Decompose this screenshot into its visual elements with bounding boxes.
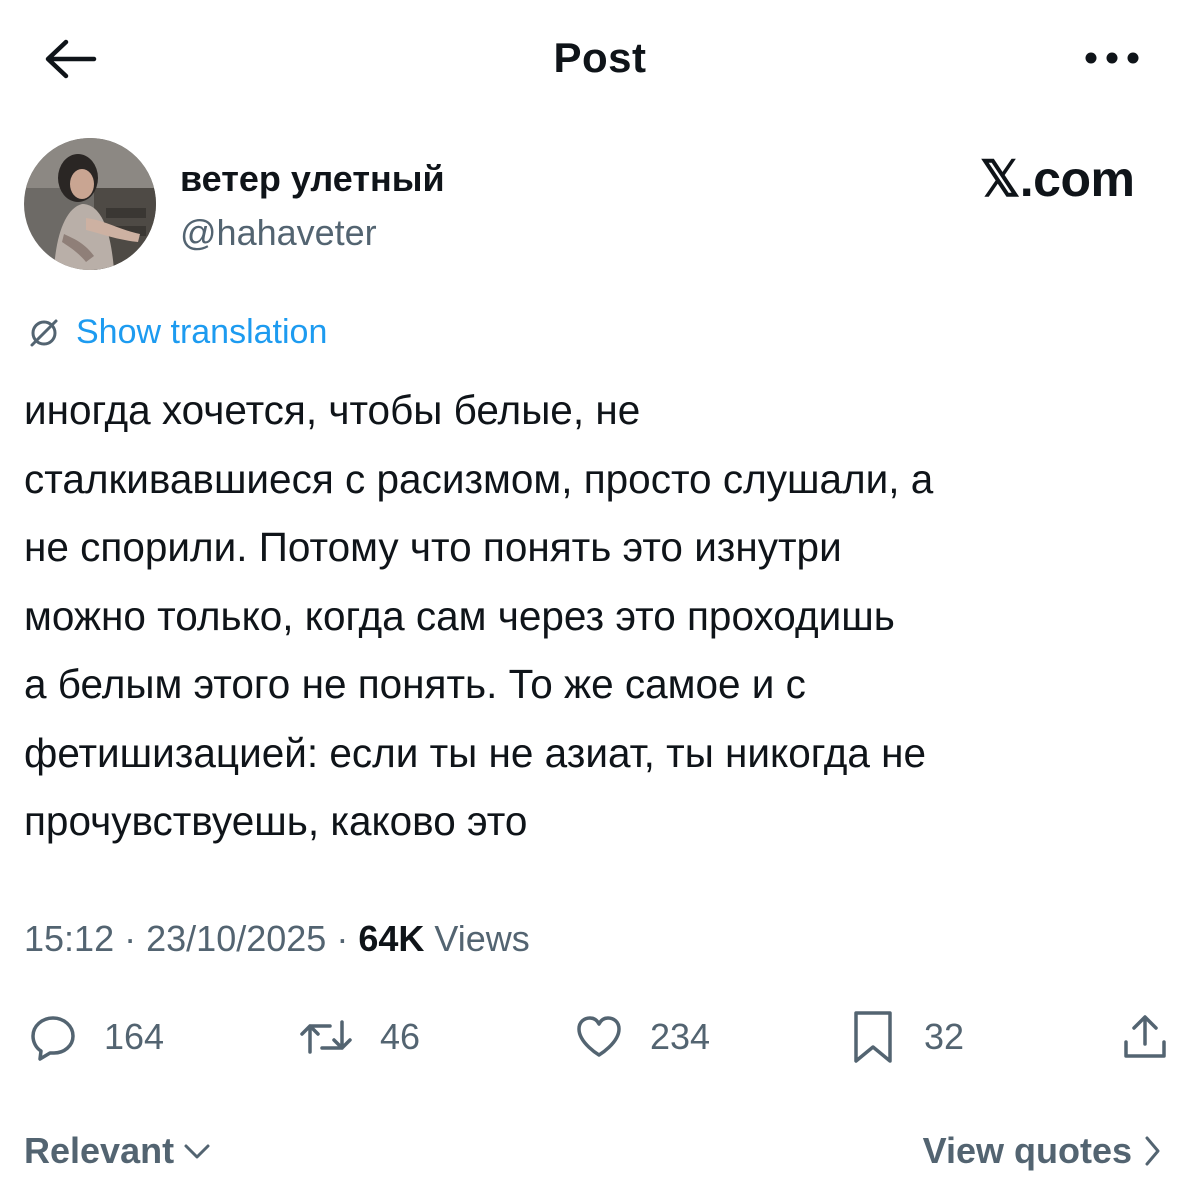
author-display-name[interactable]: ветер улетный [180,158,445,200]
page-title: Post [553,34,647,81]
heart-icon [577,1016,621,1057]
more-icon [1085,52,1139,64]
post-text: иногда хочется, чтобы белые, не сталкива… [24,376,1184,856]
post-time[interactable]: 15:12 [24,918,114,959]
post-text-line: сталкивавшиеся с расизмом, просто слушал… [24,455,934,502]
post-meta: 15:12 · 23/10/2025 · 64K Views [24,918,530,960]
bookmark-count: 32 [924,1016,965,1057]
avatar-photo [24,138,156,270]
author-handle[interactable]: @hahaveter [180,212,377,254]
post-text-line: иногда хочется, чтобы белые, не [24,387,641,433]
reply-count: 164 [104,1016,165,1057]
repost-icon [300,1020,352,1054]
more-options-button[interactable] [1082,48,1142,68]
bookmark-icon [854,1011,892,1063]
chevron-right-icon [1145,1136,1160,1166]
post-text-line: фетишизацией: если ты не азиат, ты никог… [24,729,926,776]
sort-label: Relevant [24,1130,175,1171]
post-text-line: не спорили. Потому что понять это изнутр… [24,524,842,570]
sort-dropdown[interactable]: Relevant [24,1130,212,1172]
avatar[interactable] [24,138,156,270]
view-quotes-link[interactable]: View quotes [923,1130,1162,1172]
x-com-watermark: 𝕏.com [980,151,1135,207]
show-translation-label: Show translation [76,312,328,351]
like-count: 234 [650,1016,711,1057]
globe-icon [30,319,58,347]
show-translation-link[interactable]: Show translation [24,310,327,354]
post-text-line: прочувствуешь, каково это [24,798,528,844]
like-button[interactable]: 234 [574,1008,710,1066]
share-icon [1124,1015,1166,1058]
repost-button[interactable]: 46 [298,1008,420,1066]
meta-separator: · [124,918,137,959]
reply-icon [31,1016,75,1061]
chevron-down-icon [184,1144,210,1159]
reply-button[interactable]: 164 [28,1008,164,1066]
post-text-line: можно только, когда сам через это проход… [24,592,895,639]
post-date[interactable]: 23/10/2025 [146,918,326,959]
share-button[interactable] [1120,1008,1170,1066]
view-quotes-label: View quotes [922,1130,1132,1171]
views-count: 64K [358,918,425,959]
meta-separator: · [336,918,349,959]
views-label: Views [434,918,530,959]
post-text-line: а белым этого не понять. То же самое и с [24,661,806,707]
bookmark-button[interactable]: 32 [848,1008,964,1066]
repost-count: 46 [380,1016,421,1057]
